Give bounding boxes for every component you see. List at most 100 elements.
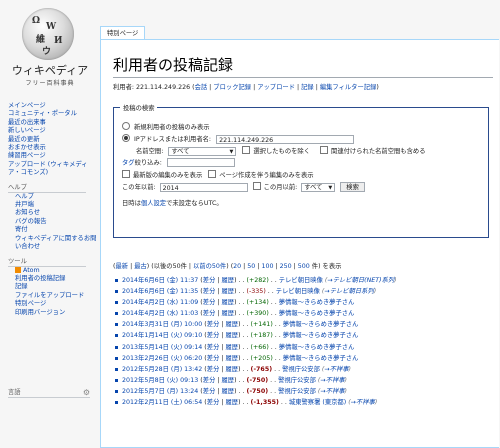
diff-link[interactable]: 差分 [207,321,220,328]
nav-announcements[interactable]: お知らせ [8,209,100,217]
diff-link[interactable]: 差分 [203,310,216,317]
section-link[interactable]: →不祥事 [320,377,344,384]
article-link[interactable]: 夢情報〜きらめき夢子さん [283,332,359,339]
history-link[interactable]: 履歴 [221,377,234,384]
history-link[interactable]: 履歴 [225,355,238,362]
revision-date-link[interactable]: 2012年5月28日 (月) 13:42 [122,366,202,373]
history-link[interactable]: 履歴 [221,388,234,395]
section-link[interactable]: →不祥事 [324,366,348,373]
section-link[interactable]: →テレビ朝日(NET)系列 [327,277,394,284]
nav-atom-feed[interactable]: Atom [8,266,100,275]
history-link[interactable]: 履歴 [221,310,234,317]
revision-date-link[interactable]: 2012年5月7日 (月) 13:24 [122,388,198,395]
revision-date-link[interactable]: 2014年1月14日 (火) 09:10 [122,332,202,339]
article-link[interactable]: テレビ朝日映像 [279,277,323,284]
help-section-heading[interactable]: ヘルプ [8,183,86,193]
revision-date-link[interactable]: 2012年2月11日 (土) 06:54 [122,399,202,406]
ip-radio[interactable] [122,134,130,142]
diff-link[interactable]: 差分 [207,366,220,373]
nav-recent-changes[interactable]: 最近の更新 [8,136,100,144]
latest-only-checkbox[interactable] [122,170,130,178]
article-link[interactable]: 警視庁公安部 [278,377,316,384]
article-link[interactable]: 城東警察署 (東京都) [289,399,346,406]
newbies-radio[interactable] [122,122,130,130]
history-link[interactable]: 履歴 [225,399,238,406]
newbies-option[interactable]: 新規利用者の投稿のみ表示 [122,122,210,133]
block-log-link[interactable]: ブロック記録 [213,84,251,91]
pager-latest[interactable]: 最新 [115,263,128,270]
namespace-select[interactable]: すべて ▼ [168,146,237,156]
diff-link[interactable]: 差分 [207,344,220,351]
nav-new-pages[interactable]: 新しいページ [8,127,100,135]
invert-checkbox[interactable] [242,146,251,154]
revision-date-link[interactable]: 2014年3月31日 (月) 10:00 [122,321,202,328]
pager-limit-100[interactable]: 100 [261,263,273,270]
revision-date-link[interactable]: 2014年4月2日 (水) 11:03 [122,310,198,317]
month-checkbox[interactable] [252,182,261,190]
section-link[interactable]: →テレビ朝日系列 [324,288,373,295]
history-link[interactable]: 履歴 [225,344,238,351]
history-link[interactable]: 履歴 [221,288,234,295]
ip-input[interactable]: 221.114.249.226 [216,134,355,144]
diff-link[interactable]: 差分 [207,355,220,362]
logs-link[interactable]: 記録 [301,84,314,91]
nav-current-events[interactable]: 最近の出来事 [8,119,100,127]
talk-link[interactable]: 会話 [195,84,208,91]
article-link[interactable]: 警視庁公安部 [282,366,320,373]
section-link[interactable]: →不祥事 [320,388,344,395]
diff-link[interactable]: 差分 [203,388,216,395]
nav-sandbox[interactable]: 練習用ページ [8,152,100,160]
nav-upload-commons[interactable]: アップロード (ウィキメディア・コモンズ) [8,161,90,178]
tag-filter-link[interactable]: タグ [122,160,135,167]
preferences-link[interactable]: 個人設定 [141,200,166,207]
revision-date-link[interactable]: 2013年2月26日 (火) 06:20 [122,355,202,362]
diff-link[interactable]: 差分 [207,399,220,406]
year-input[interactable]: 2014 [159,182,248,192]
pager-older[interactable]: 以前の50件 [193,263,226,270]
revision-date-link[interactable]: 2012年5月8日 (火) 09:13 [122,377,198,384]
pager-limit-500[interactable]: 500 [298,263,310,270]
history-link[interactable]: 履歴 [221,299,234,306]
pager-limit-250[interactable]: 250 [280,263,292,270]
uploads-link[interactable]: アップロード [257,84,295,91]
ip-option[interactable]: IPアドレスまたは利用者名: 221.114.249.226 [122,134,355,145]
languages-section-heading[interactable]: 言語 ⚙ [8,388,90,398]
article-link[interactable]: 夢情報〜きらめき夢子さん [279,310,355,317]
nav-help[interactable]: ヘルプ [8,193,100,201]
nav-printable-version[interactable]: 印刷用バージョン [8,309,100,317]
creations-only-checkbox[interactable] [208,170,217,178]
pager-limit-20[interactable]: 20 [233,263,241,270]
search-button[interactable]: 検索 [340,182,365,192]
history-link[interactable]: 履歴 [225,332,238,339]
pager-limit-50[interactable]: 50 [247,263,255,270]
month-select[interactable]: すべて ▼ [301,182,336,192]
article-link[interactable]: 警視庁公安部 [278,388,316,395]
revision-date-link[interactable]: 2014年4月2日 (水) 11:09 [122,299,198,306]
tag-filter-input[interactable] [166,158,235,167]
history-link[interactable]: 履歴 [221,277,234,284]
abuse-filter-log-link[interactable]: 編集フィルター記録 [320,84,377,91]
tools-section-heading[interactable]: ツール [8,257,86,267]
nav-special-pages[interactable]: 特別ページ [8,300,100,308]
gear-icon[interactable]: ⚙ [83,388,90,397]
article-link[interactable]: テレビ朝日映像 [276,288,320,295]
pager-oldest[interactable]: 最古 [134,263,147,270]
nav-logs[interactable]: 記録 [8,283,100,291]
nav-community-portal[interactable]: コミュニティ・ポータル [8,110,100,118]
article-link[interactable]: 夢情報〜きらめき夢子さん [283,355,359,362]
revision-date-link[interactable]: 2014年6月6日 (金) 11:37 [122,277,198,284]
diff-link[interactable]: 差分 [203,288,216,295]
history-link[interactable]: 履歴 [225,321,238,328]
section-link[interactable]: →不祥事 [351,399,375,406]
diff-link[interactable]: 差分 [207,332,220,339]
diff-link[interactable]: 差分 [203,277,216,284]
article-link[interactable]: 夢情報〜きらめき夢子さん [279,299,355,306]
nav-contact[interactable]: ウィキペディアに関するお問い合わせ [8,235,97,252]
revision-date-link[interactable]: 2013年5月14日 (火) 09:14 [122,344,202,351]
revision-date-link[interactable]: 2014年6月6日 (金) 11:35 [122,288,198,295]
wikipedia-logo[interactable]: Ω W 維 И ウ ウィキペディア フリー百科事典 [0,0,100,96]
history-link[interactable]: 履歴 [225,366,238,373]
nav-donate[interactable]: 寄付 [8,226,100,234]
article-link[interactable]: 夢情報〜きらめき夢子さん [279,344,355,351]
article-link[interactable]: 夢情報〜きらめき夢子さん [283,321,359,328]
